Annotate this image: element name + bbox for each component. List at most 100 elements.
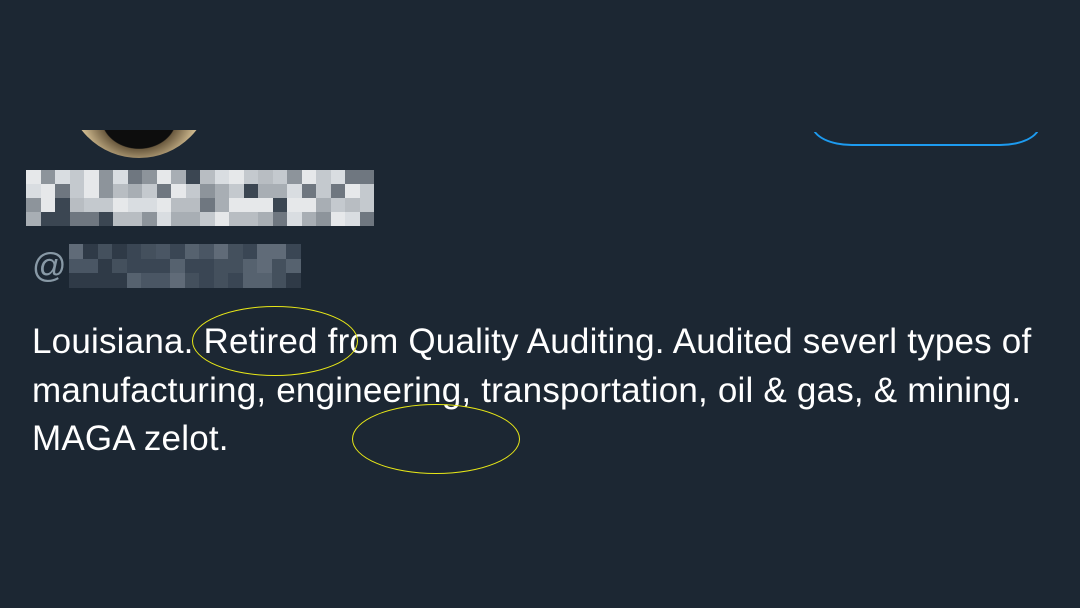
- blur-pixel: [55, 198, 70, 212]
- blur-pixel: [287, 170, 302, 184]
- blur-pixel: [126, 258, 142, 274]
- blur-pixel: [271, 273, 287, 288]
- blur-pixel: [272, 212, 287, 226]
- blur-pixel: [170, 258, 185, 274]
- blur-pixel: [242, 244, 258, 259]
- blur-pixel: [98, 184, 113, 198]
- blur-pixel: [185, 212, 200, 226]
- blur-pixel: [287, 212, 302, 226]
- blur-pixel: [214, 184, 229, 198]
- blur-pixel: [84, 198, 99, 212]
- blur-pixel: [345, 170, 360, 184]
- blur-pixel: [199, 273, 214, 288]
- blur-pixel: [359, 184, 374, 198]
- blur-pixel: [199, 258, 214, 274]
- blur-pixel: [26, 198, 41, 212]
- blur-pixel: [68, 258, 84, 274]
- blur-pixel: [258, 184, 273, 198]
- blur-pixel: [257, 273, 272, 288]
- blur-pixel: [287, 198, 302, 212]
- blur-pixel: [156, 198, 171, 212]
- blur-pixel: [170, 244, 185, 259]
- blur-pixel: [155, 258, 171, 274]
- blur-pixel: [156, 212, 171, 226]
- blur-pixel: [98, 212, 113, 226]
- profile-bio: Louisiana. Retired from Quality Auditing…: [32, 322, 1032, 458]
- blur-pixel: [316, 198, 331, 212]
- blur-pixel: [345, 212, 360, 226]
- blur-pixel: [40, 198, 55, 212]
- blur-pixel: [26, 212, 41, 226]
- blur-pixel: [69, 198, 84, 212]
- blur-pixel: [243, 184, 258, 198]
- blur-pixel: [26, 184, 41, 198]
- blur-pixel: [142, 184, 157, 198]
- blur-pixel: [301, 198, 316, 212]
- blur-pixel: [272, 170, 287, 184]
- blur-pixel: [69, 170, 84, 184]
- blur-pixel: [359, 170, 374, 184]
- avatar[interactable]: [66, 130, 212, 158]
- blur-pixel: [229, 212, 244, 226]
- blur-pixel: [97, 273, 113, 288]
- blur-pixel: [113, 212, 128, 226]
- blur-pixel: [287, 184, 302, 198]
- blur-pixel: [141, 258, 156, 274]
- blur-pixel: [271, 258, 287, 274]
- blur-pixel: [84, 170, 99, 184]
- blur-pixel: [142, 212, 157, 226]
- blur-pixel: [258, 198, 273, 212]
- blur-pixel: [258, 170, 273, 184]
- blur-pixel: [229, 184, 244, 198]
- blur-pixel: [171, 212, 186, 226]
- blur-pixel: [98, 170, 113, 184]
- blur-pixel: [40, 212, 55, 226]
- blur-pixel: [316, 170, 331, 184]
- blur-pixel: [330, 212, 345, 226]
- blur-pixel: [301, 212, 316, 226]
- blur-pixel: [242, 273, 258, 288]
- blur-pixel: [40, 170, 55, 184]
- blur-pixel: [257, 258, 272, 274]
- blur-pixel: [84, 212, 99, 226]
- blur-pixel: [113, 184, 128, 198]
- blur-pixel: [126, 244, 142, 259]
- blur-pixel: [141, 273, 156, 288]
- blur-pixel: [330, 170, 345, 184]
- blur-pixel: [228, 244, 243, 259]
- blur-pixel: [113, 170, 128, 184]
- blur-pixel: [142, 198, 157, 212]
- blur-pixel: [316, 184, 331, 198]
- blur-pixel: [112, 273, 127, 288]
- blur-pixel: [301, 170, 316, 184]
- blur-pixel: [98, 198, 113, 212]
- blur-pixel: [113, 198, 128, 212]
- blur-pixel: [213, 273, 229, 288]
- blur-pixel: [257, 244, 272, 259]
- blur-pixel: [185, 184, 200, 198]
- follow-button[interactable]: [812, 132, 1040, 146]
- blur-pixel: [84, 184, 99, 198]
- blur-pixel: [200, 212, 215, 226]
- blur-pixel: [330, 184, 345, 198]
- blur-pixel: [141, 244, 156, 259]
- blur-pixel: [55, 184, 70, 198]
- blur-pixel: [40, 184, 55, 198]
- blur-pixel: [127, 170, 142, 184]
- blur-pixel: [286, 273, 301, 288]
- blur-pixel: [359, 198, 374, 212]
- blur-pixel: [83, 273, 98, 288]
- blur-pixel: [184, 273, 200, 288]
- display-name-blurred: [26, 170, 374, 226]
- blur-pixel: [271, 244, 287, 259]
- blur-pixel: [170, 273, 185, 288]
- blur-pixel: [286, 258, 301, 274]
- blur-pixel: [213, 258, 229, 274]
- blur-pixel: [359, 212, 374, 226]
- blur-pixel: [83, 258, 98, 274]
- blur-pixel: [26, 170, 41, 184]
- blur-pixel: [200, 198, 215, 212]
- blur-pixel: [184, 258, 200, 274]
- blur-pixel: [213, 244, 229, 259]
- blur-pixel: [286, 244, 301, 259]
